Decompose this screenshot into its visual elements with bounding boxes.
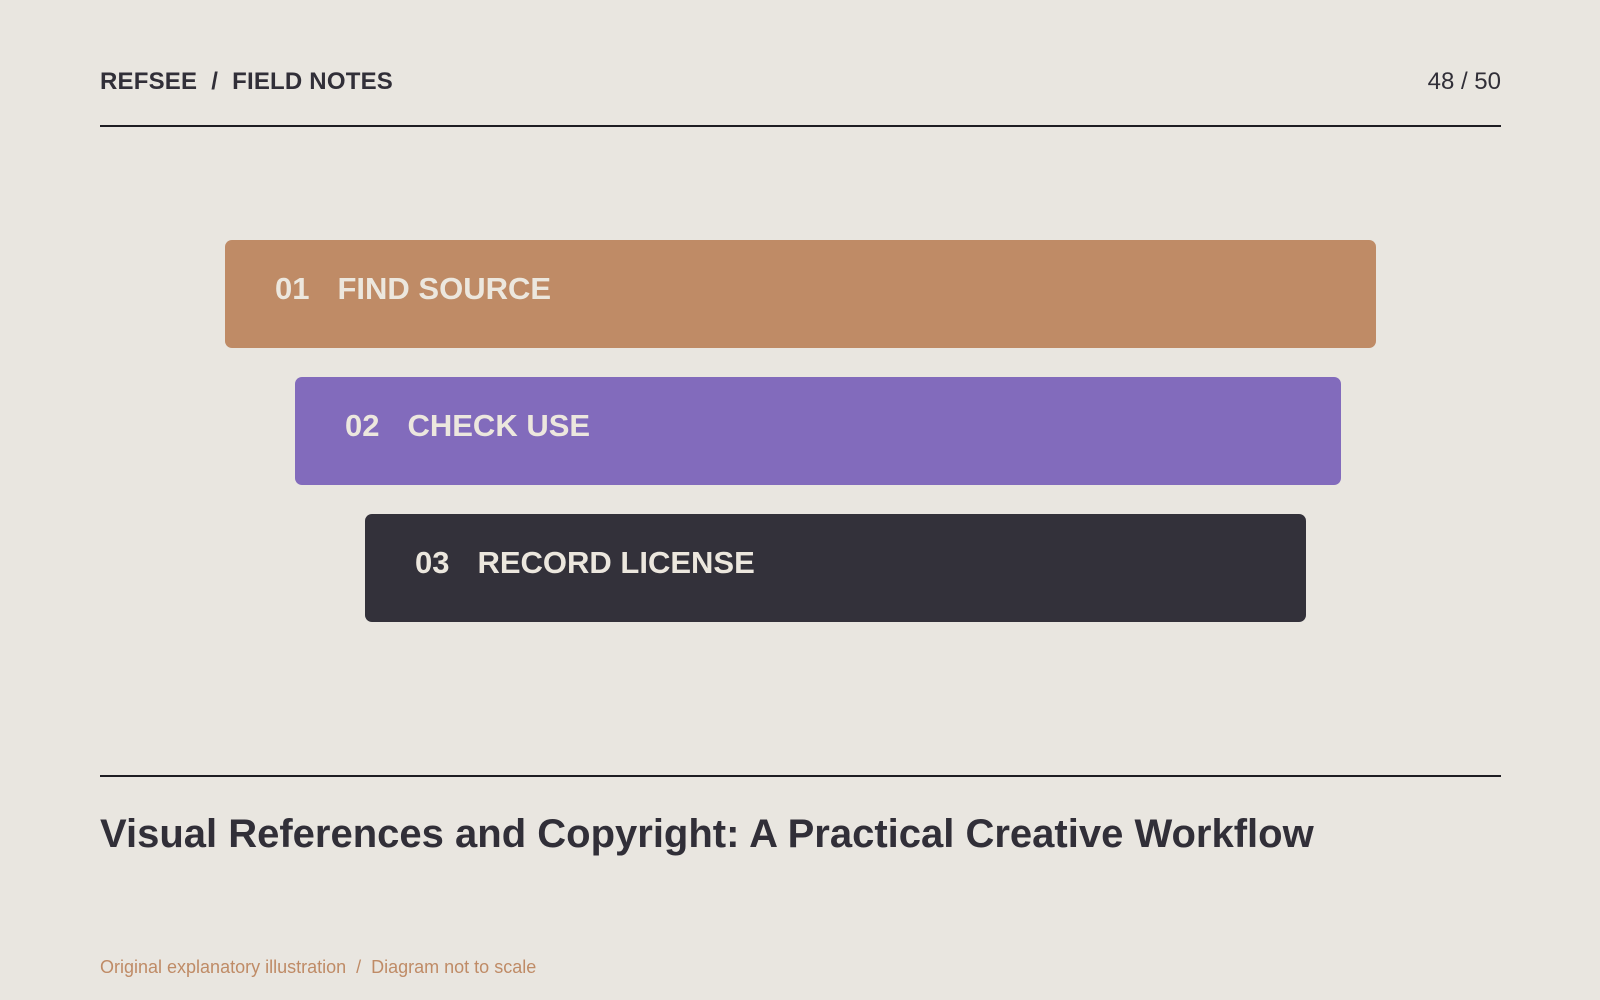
- page-title: Visual References and Copyright: A Pract…: [100, 812, 1314, 856]
- step-number: 01: [275, 271, 310, 306]
- step-label: FIND SOURCE: [337, 271, 552, 306]
- footnote-scale-note: Diagram not to scale: [371, 957, 537, 977]
- step-number: 02: [345, 408, 380, 443]
- title-divider: [100, 775, 1501, 777]
- step-check-use: 02 CHECK USE: [295, 377, 1341, 485]
- step-label: RECORD LICENSE: [477, 545, 755, 580]
- step-find-source: 01 FIND SOURCE: [225, 240, 1376, 348]
- footnote-illustration-note: Original explanatory illustration: [100, 957, 347, 977]
- step-record-license: 03 RECORD LICENSE: [365, 514, 1306, 622]
- step-label: CHECK USE: [407, 408, 591, 443]
- footnote: Original explanatory illustration / Diagra…: [100, 957, 536, 978]
- footnote-separator: /: [356, 957, 362, 977]
- step-number: 03: [415, 545, 450, 580]
